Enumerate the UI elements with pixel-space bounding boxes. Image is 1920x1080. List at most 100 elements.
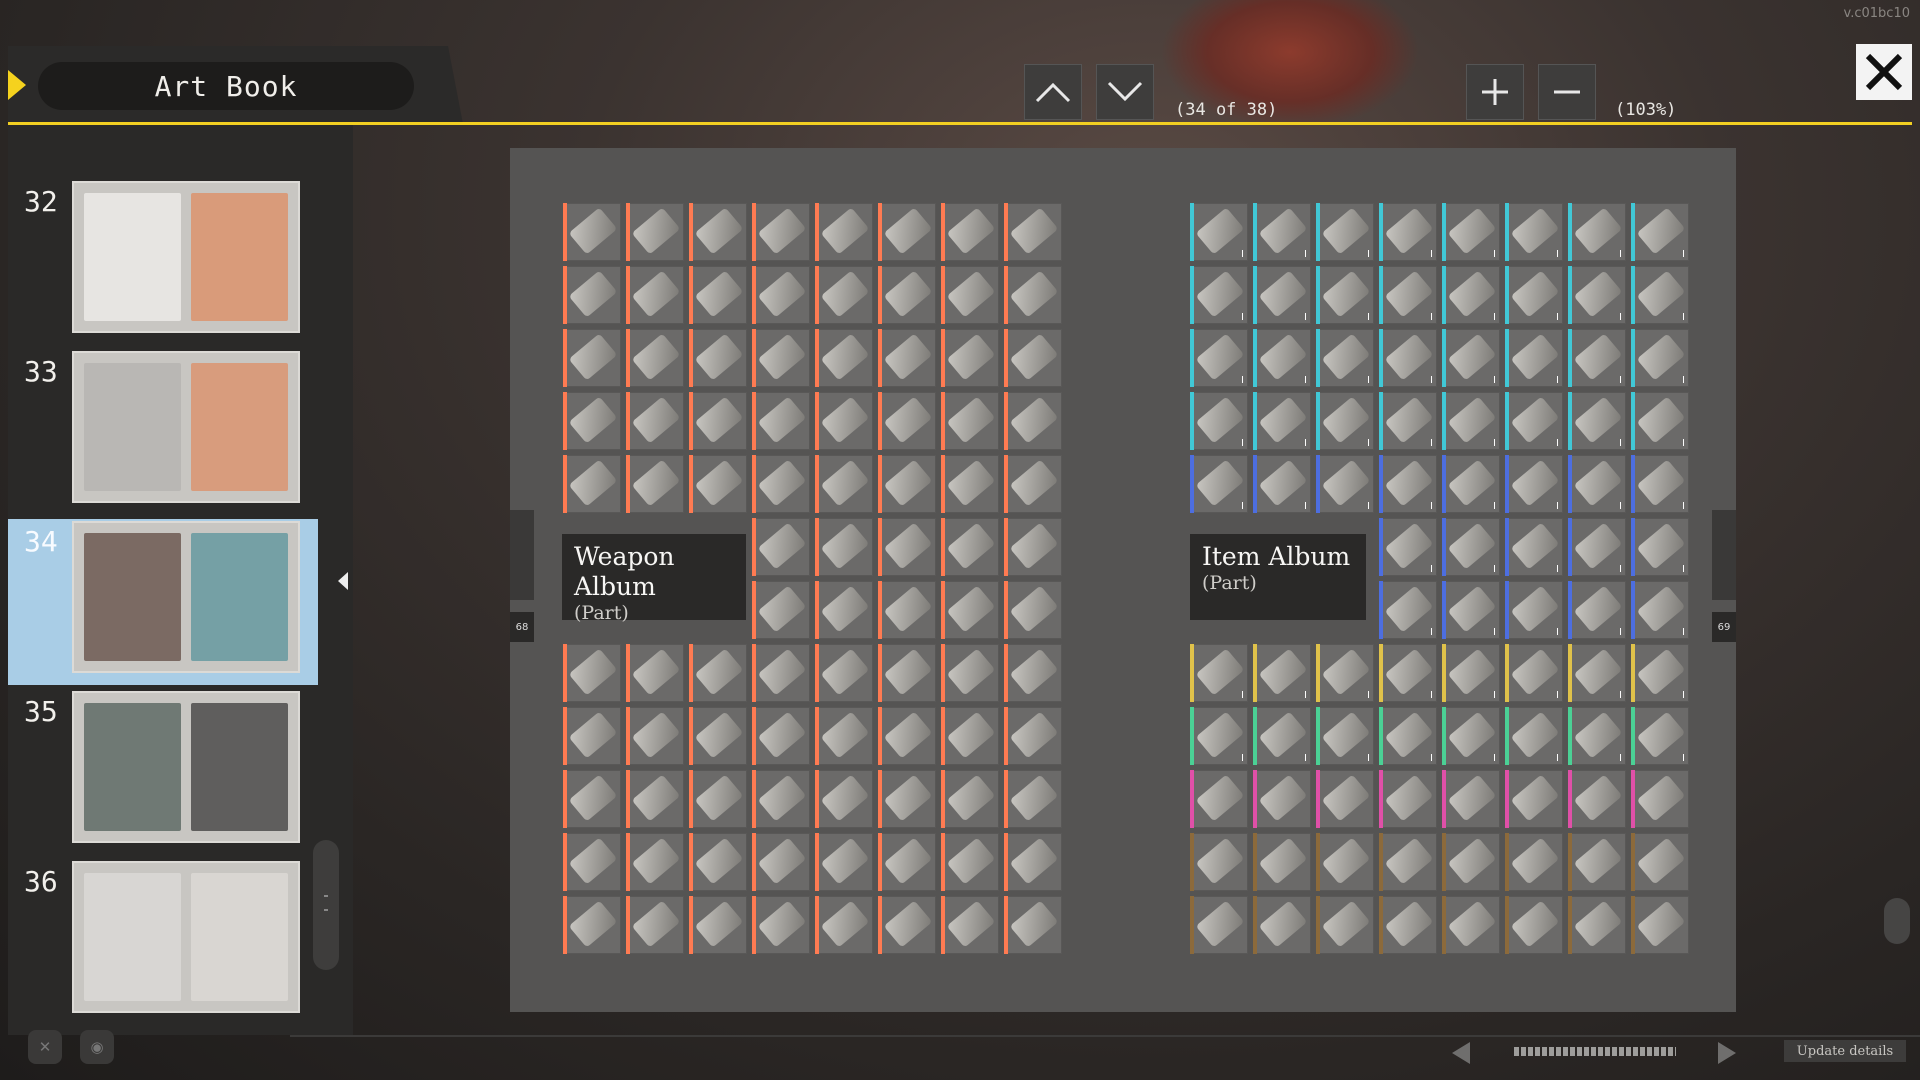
item-cell[interactable]: I	[1190, 329, 1248, 387]
weapon-cell[interactable]	[941, 896, 999, 954]
scrollbar-grip-icon[interactable]	[324, 895, 328, 911]
item-cell[interactable]	[1442, 896, 1500, 954]
item-cell[interactable]: I	[1253, 329, 1311, 387]
weapon-cell[interactable]	[1004, 644, 1062, 702]
item-cell[interactable]	[1379, 833, 1437, 891]
item-cell[interactable]: I	[1316, 392, 1374, 450]
sidebar-item-page-36[interactable]: 36	[8, 859, 318, 1025]
item-cell[interactable]: I	[1442, 203, 1500, 261]
item-cell[interactable]: I	[1505, 455, 1563, 513]
item-cell[interactable]: I	[1505, 707, 1563, 765]
item-cell[interactable]: I	[1190, 392, 1248, 450]
weapon-cell[interactable]	[752, 455, 810, 513]
update-details-button[interactable]: Update details	[1784, 1040, 1906, 1062]
item-cell[interactable]: I	[1442, 644, 1500, 702]
item-cell[interactable]: I	[1316, 329, 1374, 387]
item-cell[interactable]: I	[1379, 455, 1437, 513]
item-cell[interactable]	[1505, 770, 1563, 828]
weapon-cell[interactable]	[941, 266, 999, 324]
item-cell[interactable]: I	[1379, 644, 1437, 702]
item-cell[interactable]: I	[1631, 644, 1689, 702]
item-cell[interactable]: I	[1190, 266, 1248, 324]
item-cell[interactable]	[1442, 833, 1500, 891]
item-cell[interactable]: I	[1379, 581, 1437, 639]
right-scroll-handle[interactable]	[1884, 898, 1910, 944]
weapon-cell[interactable]	[815, 896, 873, 954]
weapon-cell[interactable]	[941, 833, 999, 891]
weapon-cell[interactable]	[626, 266, 684, 324]
item-cell[interactable]: I	[1631, 392, 1689, 450]
item-cell[interactable]	[1442, 770, 1500, 828]
page-thumbnail[interactable]	[72, 521, 300, 673]
page-thumbnail[interactable]	[72, 861, 300, 1013]
item-cell[interactable]: I	[1253, 392, 1311, 450]
item-cell[interactable]: I	[1505, 203, 1563, 261]
item-cell[interactable]: I	[1442, 329, 1500, 387]
weapon-cell[interactable]	[626, 455, 684, 513]
weapon-cell[interactable]	[878, 581, 936, 639]
weapon-cell[interactable]	[689, 770, 747, 828]
thumbnail-sidebar[interactable]: 32 33 34 35 36	[8, 125, 353, 1035]
weapon-cell[interactable]	[941, 329, 999, 387]
weapon-cell[interactable]	[563, 644, 621, 702]
item-cell[interactable]: I	[1379, 266, 1437, 324]
weapon-cell[interactable]	[815, 644, 873, 702]
weapon-cell[interactable]	[878, 770, 936, 828]
weapon-cell[interactable]	[689, 644, 747, 702]
weapon-cell[interactable]	[878, 266, 936, 324]
weapon-cell[interactable]	[815, 266, 873, 324]
item-cell[interactable]: I	[1253, 644, 1311, 702]
weapon-cell[interactable]	[815, 329, 873, 387]
page-progress-track[interactable]	[1514, 1047, 1676, 1056]
item-cell[interactable]	[1568, 833, 1626, 891]
discord-icon[interactable]: ◉	[80, 1030, 114, 1064]
weapon-cell[interactable]	[689, 833, 747, 891]
page-up-button[interactable]	[1024, 64, 1082, 120]
item-cell[interactable]: I	[1568, 266, 1626, 324]
item-cell[interactable]: I	[1190, 707, 1248, 765]
item-cell[interactable]: I	[1568, 203, 1626, 261]
item-cell[interactable]	[1316, 833, 1374, 891]
item-cell[interactable]: I	[1316, 266, 1374, 324]
item-cell[interactable]: I	[1505, 518, 1563, 576]
previous-arrow-icon[interactable]	[1452, 1042, 1470, 1064]
weapon-cell[interactable]	[878, 644, 936, 702]
weapon-cell[interactable]	[563, 203, 621, 261]
weapon-cell[interactable]	[689, 266, 747, 324]
item-cell[interactable]	[1379, 896, 1437, 954]
weapon-cell[interactable]	[689, 203, 747, 261]
item-cell[interactable]: I	[1568, 392, 1626, 450]
weapon-cell[interactable]	[752, 518, 810, 576]
weapon-cell[interactable]	[815, 455, 873, 513]
weapon-cell[interactable]	[815, 518, 873, 576]
item-cell[interactable]: I	[1379, 707, 1437, 765]
weapon-cell[interactable]	[878, 518, 936, 576]
weapon-cell[interactable]	[689, 707, 747, 765]
item-cell[interactable]: I	[1379, 329, 1437, 387]
weapon-cell[interactable]	[815, 833, 873, 891]
item-cell[interactable]: I	[1631, 329, 1689, 387]
weapon-cell[interactable]	[941, 644, 999, 702]
weapon-cell[interactable]	[815, 707, 873, 765]
item-cell[interactable]	[1190, 896, 1248, 954]
weapon-cell[interactable]	[563, 329, 621, 387]
thumbnail-list[interactable]: 32 33 34 35 36	[8, 125, 338, 1035]
weapon-cell[interactable]	[752, 266, 810, 324]
sidebar-item-page-32[interactable]: 32	[8, 179, 318, 345]
item-cell[interactable]: I	[1316, 707, 1374, 765]
weapon-cell[interactable]	[1004, 266, 1062, 324]
weapon-cell[interactable]	[815, 770, 873, 828]
weapon-cell[interactable]	[815, 392, 873, 450]
item-cell[interactable]: I	[1442, 581, 1500, 639]
item-cell[interactable]: I	[1316, 644, 1374, 702]
item-cell[interactable]	[1316, 770, 1374, 828]
weapon-cell[interactable]	[941, 455, 999, 513]
item-cell[interactable]: I	[1442, 707, 1500, 765]
weapon-cell[interactable]	[563, 266, 621, 324]
item-cell[interactable]	[1253, 833, 1311, 891]
weapon-cell[interactable]	[626, 203, 684, 261]
item-cell[interactable]	[1631, 833, 1689, 891]
item-cell[interactable]: I	[1442, 455, 1500, 513]
weapon-cell[interactable]	[941, 581, 999, 639]
item-cell[interactable]	[1190, 770, 1248, 828]
